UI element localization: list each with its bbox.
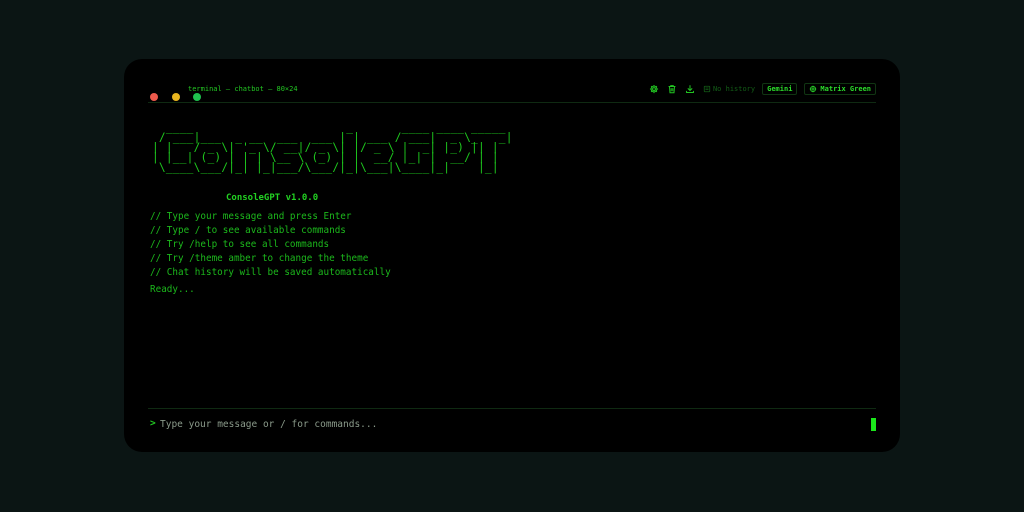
help-line: // Try /help to see all commands [150, 239, 330, 250]
help-line: // Type your message and press Enter [150, 211, 352, 222]
download-icon[interactable] [685, 84, 696, 95]
theme-selector[interactable]: Matrix Green [804, 83, 876, 95]
help-line: // Try /theme amber to change the theme [150, 253, 369, 264]
window-title: terminal — chatbot — 80×24 [188, 85, 298, 93]
trash-icon[interactable] [667, 84, 678, 95]
help-line: // Chat history will be saved automatica… [150, 267, 391, 278]
help-line: // Type / to see available commands [150, 225, 346, 236]
model-selector[interactable]: Gemini [762, 83, 798, 95]
cursor [871, 418, 876, 431]
prompt-symbol: > [150, 418, 156, 429]
title-bar: terminal — chatbot — 80×24 No history Ge… [148, 79, 876, 103]
history-icon [703, 85, 711, 93]
settings-icon[interactable] [649, 84, 660, 95]
close-window-button[interactable] [150, 93, 158, 101]
minimize-window-button[interactable] [171, 93, 180, 101]
history-button[interactable]: No history [703, 85, 755, 93]
terminal-window: terminal — chatbot — 80×24 No history Ge… [124, 59, 900, 452]
status-text: Ready... [150, 284, 195, 295]
message-input[interactable] [160, 417, 840, 431]
maximize-window-button[interactable] [193, 93, 202, 101]
toolbar: No history Gemini Matrix Green [649, 82, 876, 96]
ascii-logo: ____ _ ____ ____ _____ / ___|___ _ __ __… [152, 121, 513, 174]
input-bar: > [148, 408, 876, 435]
version-label: ConsoleGPT v1.0.0 [226, 193, 319, 203]
theme-icon [810, 85, 817, 93]
help-text: // Type your message and press Enter // … [150, 210, 391, 280]
theme-label: Matrix Green [820, 85, 871, 93]
history-label: No history [712, 85, 756, 93]
